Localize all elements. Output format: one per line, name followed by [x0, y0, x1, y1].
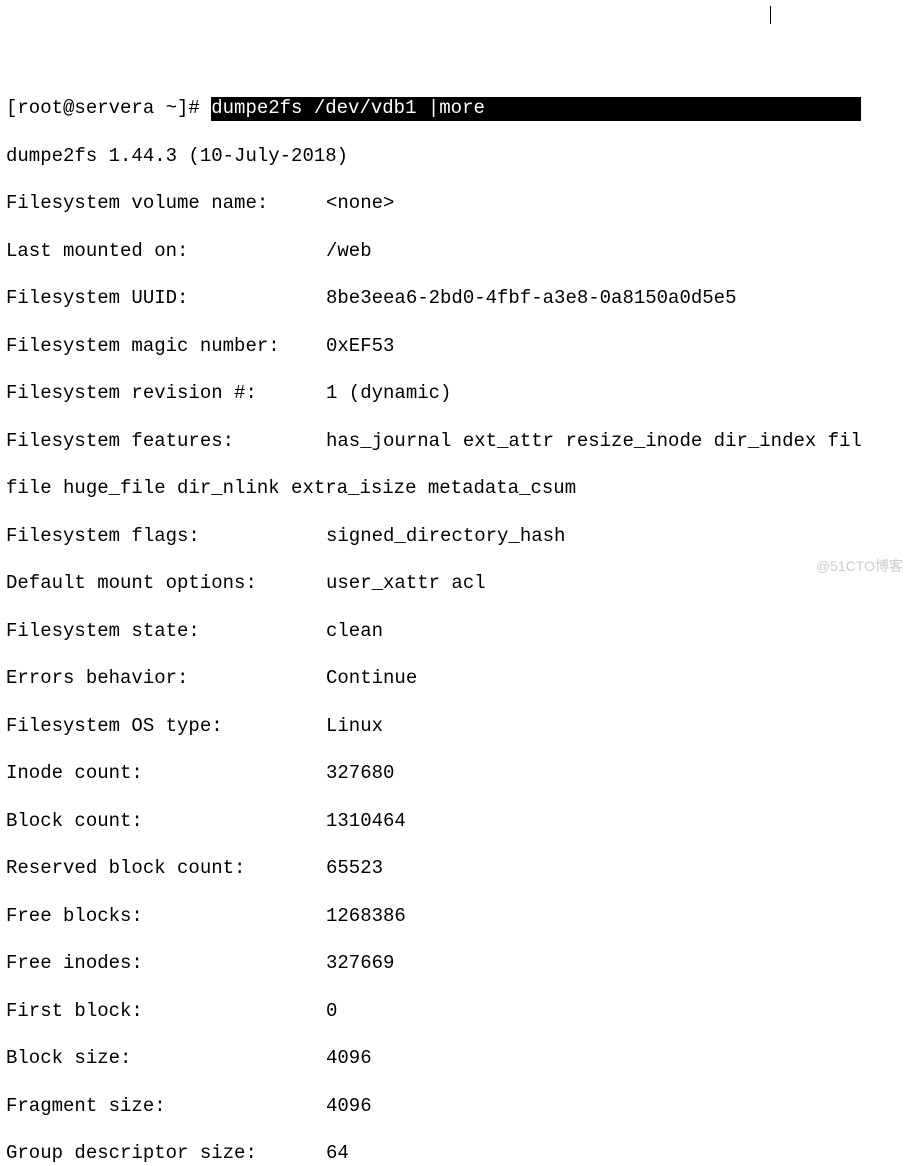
- command-padding: [485, 97, 861, 121]
- output-row: Errors behavior:Continue: [6, 667, 907, 691]
- output-row: Block size:4096: [6, 1047, 907, 1071]
- output-row: Filesystem features:has_journal ext_attr…: [6, 430, 907, 454]
- field-label: Fragment size:: [6, 1095, 326, 1119]
- field-label: Filesystem state:: [6, 620, 326, 644]
- output-row: Free inodes:327669: [6, 952, 907, 976]
- field-label: Filesystem features:: [6, 430, 326, 454]
- field-label: Last mounted on:: [6, 240, 326, 264]
- field-value: 8be3eea6-2bd0-4fbf-a3e8-0a8150a0d5e5: [326, 287, 736, 311]
- output-row: Block count:1310464: [6, 810, 907, 834]
- field-label: Filesystem flags:: [6, 525, 326, 549]
- field-label: Filesystem UUID:: [6, 287, 326, 311]
- output-row: Filesystem UUID:8be3eea6-2bd0-4fbf-a3e8-…: [6, 287, 907, 311]
- field-label: Filesystem magic number:: [6, 335, 326, 359]
- output-row: First block:0: [6, 1000, 907, 1024]
- output-row: Filesystem flags:signed_directory_hash: [6, 525, 907, 549]
- output-row: Reserved block count:65523: [6, 857, 907, 881]
- field-value: 327669: [326, 952, 394, 976]
- output-row: Filesystem state:clean: [6, 620, 907, 644]
- prompt-line: [root@servera ~]# dumpe2fs /dev/vdb1 |mo…: [6, 97, 907, 121]
- field-value: 65523: [326, 857, 383, 881]
- text-cursor-icon: [770, 6, 771, 24]
- field-label: Reserved block count:: [6, 857, 326, 881]
- field-value: clean: [326, 620, 383, 644]
- field-label: Group descriptor size:: [6, 1142, 326, 1166]
- field-value: 4096: [326, 1095, 372, 1119]
- field-value: Linux: [326, 715, 383, 739]
- prompt-prefix: [root@servera ~]#: [6, 97, 211, 119]
- watermark: @51CTO博客: [816, 558, 903, 576]
- field-label: Filesystem OS type:: [6, 715, 326, 739]
- field-value: 64: [326, 1142, 349, 1166]
- field-value: 0xEF53: [326, 335, 394, 359]
- field-value: 4096: [326, 1047, 372, 1071]
- field-value: Continue: [326, 667, 417, 691]
- field-label: Free blocks:: [6, 905, 326, 929]
- field-value: signed_directory_hash: [326, 525, 565, 549]
- field-value: 1268386: [326, 905, 406, 929]
- field-value: 0: [326, 1000, 337, 1024]
- field-value: has_journal ext_attr resize_inode dir_in…: [326, 430, 862, 454]
- field-label: Inode count:: [6, 762, 326, 786]
- field-value: 327680: [326, 762, 394, 786]
- field-value: <none>: [326, 192, 394, 216]
- field-label: First block:: [6, 1000, 326, 1024]
- output-row: Filesystem OS type:Linux: [6, 715, 907, 739]
- output-row: Free blocks:1268386: [6, 905, 907, 929]
- output-row: Last mounted on:/web: [6, 240, 907, 264]
- field-label: Filesystem volume name:: [6, 192, 326, 216]
- field-label: Free inodes:: [6, 952, 326, 976]
- output-row: Filesystem revision #:1 (dynamic): [6, 382, 907, 406]
- field-value: user_xattr acl: [326, 572, 486, 596]
- output-row: Inode count:327680: [6, 762, 907, 786]
- version-line: dumpe2fs 1.44.3 (10-July-2018): [6, 145, 907, 169]
- field-value: 1 (dynamic): [326, 382, 451, 406]
- output-row: Filesystem volume name:<none>: [6, 192, 907, 216]
- field-value: 1310464: [326, 810, 406, 834]
- field-label: Block count:: [6, 810, 326, 834]
- output-row: Filesystem magic number:0xEF53: [6, 335, 907, 359]
- output-row: Group descriptor size:64: [6, 1142, 907, 1166]
- command-text: dumpe2fs /dev/vdb1 |more: [211, 97, 485, 121]
- field-label: Block size:: [6, 1047, 326, 1071]
- field-label: Filesystem revision #:: [6, 382, 326, 406]
- output-row: Default mount options:user_xattr acl: [6, 572, 907, 596]
- output-row: Fragment size:4096: [6, 1095, 907, 1119]
- field-value: /web: [326, 240, 372, 264]
- field-label: Default mount options:: [6, 572, 326, 596]
- features-continuation: file huge_file dir_nlink extra_isize met…: [6, 477, 907, 501]
- field-label: Errors behavior:: [6, 667, 326, 691]
